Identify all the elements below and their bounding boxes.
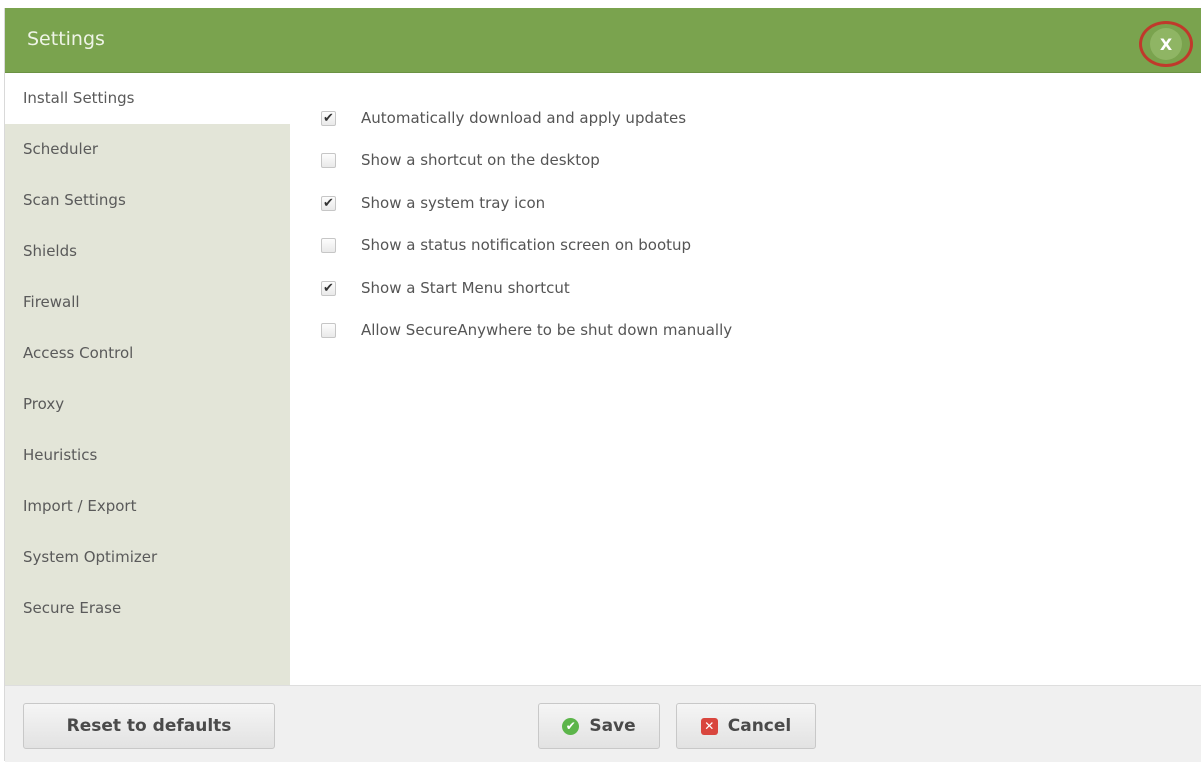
check-icon: ✔ — [562, 717, 580, 735]
option-label: Show a system tray icon — [361, 194, 546, 212]
boot-notification-checkbox[interactable] — [321, 237, 336, 253]
option-desktop-shortcut[interactable]: Show a shortcut on the desktop — [321, 149, 600, 171]
option-start-menu-shortcut[interactable]: ✔ Show a Start Menu shortcut — [321, 277, 570, 299]
sidebar-item-scan-settings[interactable]: Scan Settings — [5, 175, 290, 226]
settings-window: Settings X Install Settings Scheduler Sc… — [4, 8, 1201, 762]
tray-icon-checkbox[interactable]: ✔ — [321, 195, 336, 211]
option-label: Show a Start Menu shortcut — [361, 279, 570, 297]
cancel-button[interactable]: ✕ Cancel — [676, 703, 816, 749]
sidebar-item-access-control[interactable]: Access Control — [5, 328, 290, 379]
settings-sidebar: Install Settings Scheduler Scan Settings… — [5, 73, 290, 685]
reset-to-defaults-button[interactable]: Reset to defaults — [23, 703, 275, 749]
option-boot-notification[interactable]: Show a status notification screen on boo… — [321, 234, 691, 256]
sidebar-item-secure-erase[interactable]: Secure Erase — [5, 583, 290, 634]
option-label: Show a shortcut on the desktop — [361, 151, 600, 169]
close-icon: ✕ — [700, 717, 718, 735]
desktop-shortcut-checkbox[interactable] — [321, 152, 336, 168]
option-label: Show a status notification screen on boo… — [361, 236, 692, 254]
sidebar-item-heuristics[interactable]: Heuristics — [5, 430, 290, 481]
option-tray-icon[interactable]: ✔ Show a system tray icon — [321, 192, 545, 214]
option-label: Automatically download and apply updates — [361, 109, 687, 127]
sidebar-item-scheduler[interactable]: Scheduler — [5, 124, 290, 175]
title-bar: Settings X — [5, 8, 1201, 73]
option-manual-shutdown[interactable]: Allow SecureAnywhere to be shut down man… — [321, 319, 732, 341]
install-settings-panel: ✔ Automatically download and apply updat… — [290, 73, 1201, 685]
sidebar-item-system-optimizer[interactable]: System Optimizer — [5, 532, 290, 583]
reset-button-label: Reset to defaults — [66, 716, 232, 736]
sidebar-item-import-export[interactable]: Import / Export — [5, 481, 290, 532]
window-title: Settings — [27, 28, 105, 50]
manual-shutdown-checkbox[interactable] — [321, 322, 336, 338]
close-icon[interactable]: X — [1150, 28, 1182, 60]
save-button-label: Save — [589, 716, 636, 736]
save-button[interactable]: ✔ Save — [538, 703, 660, 749]
sidebar-item-install-settings[interactable]: Install Settings — [5, 73, 290, 124]
sidebar-item-firewall[interactable]: Firewall — [5, 277, 290, 328]
sidebar-item-shields[interactable]: Shields — [5, 226, 290, 277]
cancel-button-label: Cancel — [727, 716, 792, 736]
option-auto-update[interactable]: ✔ Automatically download and apply updat… — [321, 107, 686, 129]
sidebar-item-proxy[interactable]: Proxy — [5, 379, 290, 430]
auto-update-checkbox[interactable]: ✔ — [321, 110, 336, 126]
start-menu-shortcut-checkbox[interactable]: ✔ — [321, 280, 336, 296]
dialog-footer: Reset to defaults ✔ Save ✕ Cancel — [5, 685, 1201, 762]
close-button[interactable]: X — [1139, 21, 1193, 67]
option-label: Allow SecureAnywhere to be shut down man… — [361, 321, 733, 339]
